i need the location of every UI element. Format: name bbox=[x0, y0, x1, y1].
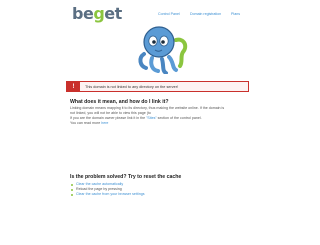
alert-message: This domain is not linked to any directo… bbox=[85, 85, 179, 89]
alert-warning-icon: ! bbox=[67, 82, 80, 91]
info-line-3-after: section of the control panel. bbox=[157, 116, 202, 120]
sites-section-link[interactable]: "Sites" bbox=[146, 116, 157, 120]
info-heading: What does it mean, and how do I link it? bbox=[70, 99, 169, 105]
nav-plans-link[interactable]: Plans bbox=[231, 12, 240, 16]
cache-steps-list: Clear the cache automatically Reload the… bbox=[71, 182, 145, 198]
logo-text-g: g bbox=[93, 4, 105, 23]
domain-not-linked-alert: ! This domain is not linked to any direc… bbox=[66, 81, 249, 92]
octopus-mascot-image bbox=[138, 26, 188, 74]
info-paragraph: Linking domain means mapping it to its d… bbox=[70, 106, 250, 126]
info-line-3-text: If you are the domain owner please link … bbox=[70, 116, 146, 120]
nav-domain-registration-link[interactable]: Domain registration bbox=[190, 12, 221, 16]
logo-text-be: be bbox=[72, 4, 94, 23]
info-line-4: You can read more here bbox=[70, 121, 250, 126]
clear-cache-browser-settings-link[interactable]: Clear the cache from your browser settin… bbox=[71, 192, 145, 197]
nav-control-panel-link[interactable]: Control Panel bbox=[158, 12, 180, 16]
info-line-4-text: You can read more bbox=[70, 121, 101, 125]
logo-text-et: et bbox=[104, 4, 122, 23]
cache-heading: Is the problem solved? Try to reset the … bbox=[70, 174, 182, 180]
read-more-link[interactable]: here bbox=[101, 121, 108, 125]
beget-logo[interactable]: beget bbox=[72, 4, 122, 23]
